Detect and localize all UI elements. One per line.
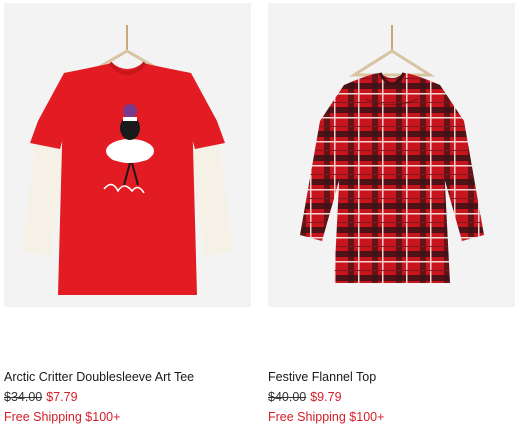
free-shipping-note: Free Shipping $100+ — [268, 410, 385, 424]
price-row: $40.00 $9.79 — [268, 390, 342, 404]
product-card[interactable]: Arctic Critter Doublesleeve Art Tee $34.… — [0, 0, 251, 428]
product-title[interactable]: Arctic Critter Doublesleeve Art Tee — [4, 370, 194, 384]
free-shipping-note: Free Shipping $100+ — [4, 410, 121, 424]
product-title[interactable]: Festive Flannel Top — [268, 370, 376, 384]
sale-price: $9.79 — [310, 390, 342, 404]
original-price: $40.00 — [268, 390, 307, 404]
product-card[interactable]: Festive Flannel Top $40.00 $9.79 Free Shi… — [264, 0, 515, 428]
original-price: $34.00 — [4, 390, 43, 404]
red-doublesleeve-tee-with-penguin-image — [22, 25, 233, 295]
product-image-link[interactable] — [268, 3, 515, 307]
product-image-link[interactable] — [4, 3, 251, 307]
price-row: $34.00 $7.79 — [4, 390, 78, 404]
sale-price: $7.79 — [46, 390, 78, 404]
red-plaid-flannel-top-image — [300, 25, 484, 283]
product-grid: Arctic Critter Doublesleeve Art Tee $34.… — [0, 0, 515, 428]
